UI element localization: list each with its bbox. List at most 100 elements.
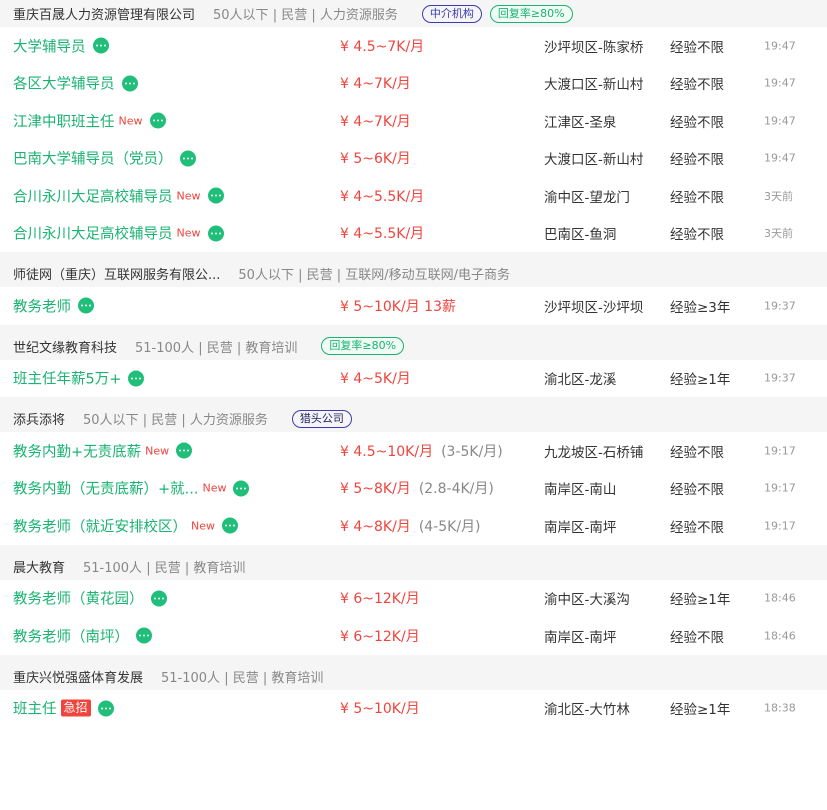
job-title-cell[interactable]: 教务内勤（无责底薪）+就... New	[13, 478, 250, 499]
job-row[interactable]: 巴南大学辅导员（党员） ¥ 5~6K/月 大渡口区-新山村 经验不限 19:47	[0, 139, 827, 177]
chat-icon[interactable]	[150, 590, 167, 607]
job-location: 九龙坡区-石桥铺	[544, 444, 644, 461]
job-title[interactable]: 班主任年薪5万+	[13, 368, 121, 389]
job-title[interactable]: 教务老师（黄花园）	[13, 588, 144, 609]
chat-icon[interactable]	[121, 75, 138, 92]
job-title[interactable]: 江津中职班主任	[13, 110, 115, 131]
chat-icon[interactable]	[92, 37, 109, 54]
job-row[interactable]: 教务内勤+无责底薪 New ¥ 4.5~10K/月 (3-5K/月) 九龙坡区-石桥铺 经…	[0, 432, 827, 470]
job-title-cell[interactable]: 教务老师（黄花园）	[13, 588, 167, 609]
job-title[interactable]: 巴南大学辅导员（党员）	[13, 148, 173, 169]
job-row[interactable]: 合川永川大足高校辅导员 New ¥ 4~5.5K/月 渝中区-望龙门 经验不限 3天前	[0, 177, 827, 215]
company-name[interactable]: 晨大教育	[13, 557, 65, 576]
job-row[interactable]: 班主任 急招 ¥ 5~10K/月 渝北区-大竹林 经验≥1年 18:38	[0, 689, 827, 727]
company-name[interactable]: 世纪文缘教育科技	[13, 337, 117, 356]
job-row[interactable]: 各区大学辅导员 ¥ 4~7K/月 大渡口区-新山村 经验不限 19:47	[0, 64, 827, 102]
chat-icon[interactable]	[176, 442, 193, 459]
post-time: 19:47	[764, 39, 796, 53]
job-title-cell[interactable]: 江津中职班主任 New	[13, 110, 166, 131]
experience-requirement: 经验不限	[670, 77, 724, 94]
job-row[interactable]: 教务老师（就近安排校区） New ¥ 4~8K/月 (4-5K/月) 南岸区-南坪 经验不…	[0, 507, 827, 545]
job-title-cell[interactable]: 大学辅导员	[13, 35, 109, 56]
job-title[interactable]: 教务老师	[13, 295, 71, 316]
job-row[interactable]: 教务内勤（无责底薪）+就... New ¥ 5~8K/月 (2.8-4K/月) 南岸区-…	[0, 469, 827, 507]
job-title-cell[interactable]: 班主任年薪5万+	[13, 368, 145, 389]
job-title[interactable]: 各区大学辅导员	[13, 73, 115, 94]
experience-requirement: 经验不限	[670, 189, 724, 206]
post-time: 19:37	[764, 299, 796, 313]
company-header[interactable]: 晨大教育 51-100人 | 民营 | 教育培训	[0, 552, 827, 580]
post-time: 19:17	[764, 481, 796, 495]
salary: ¥ 4.5~7K/月	[340, 36, 424, 56]
salary-range: ¥ 4~7K/月	[340, 76, 411, 93]
job-row[interactable]: 江津中职班主任 New ¥ 4~7K/月 江津区-圣泉 经验不限 19:47	[0, 102, 827, 140]
experience-requirement: 经验不限	[670, 39, 724, 56]
company-group: 晨大教育 51-100人 | 民营 | 教育培训教务老师（黄花园） ¥ 6~12K/…	[0, 552, 827, 655]
post-time: 19:47	[764, 76, 796, 90]
experience-requirement: 经验不限	[670, 114, 724, 131]
post-time: 3天前	[764, 189, 793, 203]
job-title[interactable]: 班主任	[13, 698, 57, 719]
chat-icon[interactable]	[149, 112, 166, 129]
job-title[interactable]: 合川永川大足高校辅导员	[13, 185, 173, 206]
job-row[interactable]: 大学辅导员 ¥ 4.5~7K/月 沙坪坝区-陈家桥 经验不限 19:47	[0, 27, 827, 65]
company-name[interactable]: 重庆百晟人力资源管理有限公司	[13, 4, 195, 23]
chat-icon[interactable]	[78, 297, 94, 314]
company-header[interactable]: 添兵添将 50人以下 | 民营 | 人力资源服务 猎头公司	[0, 405, 827, 432]
salary: ¥ 5~6K/月	[340, 148, 411, 168]
job-title[interactable]: 大学辅导员	[13, 35, 86, 56]
job-title[interactable]: 教务内勤（无责底薪）+就...	[13, 478, 198, 499]
job-row[interactable]: 班主任年薪5万+ ¥ 4~5K/月 渝北区-龙溪 经验≥1年 19:37	[0, 359, 827, 397]
new-badge: New	[202, 481, 227, 495]
company-header[interactable]: 重庆百晟人力资源管理有限公司 50人以下 | 民营 | 人力资源服务 中介机构 回复率…	[0, 0, 827, 27]
job-title-cell[interactable]: 各区大学辅导员	[13, 73, 138, 94]
job-location: 渝中区-望龙门	[544, 189, 630, 206]
company-header[interactable]: 师徒网（重庆）互联网服务有限公... 50人以下 | 民营 | 互联网/移动互联网…	[0, 260, 827, 287]
job-title-cell[interactable]: 合川永川大足高校辅导员 New	[13, 223, 224, 244]
company-header[interactable]: 重庆兴悦强盛体育发展 51-100人 | 民营 | 教育培训	[0, 662, 827, 690]
job-row[interactable]: 教务老师（黄花园） ¥ 6~12K/月 渝中区-大溪沟 经验≥1年 18:46	[0, 579, 827, 617]
salary-base: (3-5K/月)	[441, 443, 503, 460]
job-title-cell[interactable]: 教务老师	[13, 295, 94, 316]
job-title-cell[interactable]: 教务内勤+无责底薪 New	[13, 440, 193, 461]
job-location: 巴南区-鱼洞	[544, 227, 617, 244]
company-group: 重庆兴悦强盛体育发展 51-100人 | 民营 | 教育培训 班主任 急招 ¥ 5~10…	[0, 662, 827, 727]
job-title[interactable]: 教务老师（就近安排校区）	[13, 515, 187, 536]
job-title-cell[interactable]: 班主任 急招	[13, 698, 114, 719]
post-time: 19:47	[764, 114, 796, 128]
company-tag-reply: 回复率≥80%	[321, 337, 405, 355]
chat-icon[interactable]	[128, 370, 145, 387]
job-title-cell[interactable]: 教务老师（就近安排校区） New	[13, 515, 238, 536]
chat-icon[interactable]	[207, 187, 224, 204]
chat-icon[interactable]	[97, 700, 114, 717]
job-title[interactable]: 教务老师（南坪）	[13, 625, 129, 646]
chat-icon[interactable]	[222, 517, 238, 534]
company-name[interactable]: 添兵添将	[13, 409, 65, 428]
chat-icon[interactable]	[233, 480, 250, 497]
salary-range: ¥ 4~5.5K/月	[340, 226, 425, 243]
job-title[interactable]: 合川永川大足高校辅导员	[13, 223, 173, 244]
job-title-cell[interactable]: 教务老师（南坪）	[13, 625, 152, 646]
company-meta: 51-100人 | 民营 | 教育培训	[135, 340, 298, 356]
company-header[interactable]: 世纪文缘教育科技 51-100人 | 民营 | 教育培训 回复率≥80%	[0, 332, 827, 360]
salary-range: ¥ 4.5~7K/月	[340, 38, 425, 55]
salary-range: ¥ 5~8K/月	[340, 481, 411, 498]
chat-icon[interactable]	[179, 150, 196, 167]
group-divider	[0, 654, 827, 663]
salary-base: (4-5K/月)	[418, 518, 481, 535]
experience-requirement: 经验不限	[670, 444, 724, 461]
company-name[interactable]: 重庆兴悦强盛体育发展	[13, 667, 143, 686]
job-title-cell[interactable]: 合川永川大足高校辅导员 New	[13, 185, 224, 206]
salary-range: ¥ 6~12K/月	[340, 591, 420, 608]
company-name[interactable]: 师徒网（重庆）互联网服务有限公...	[13, 264, 220, 283]
job-row[interactable]: 教务老师 ¥ 5~10K/月 13薪 沙坪坝区-沙坪坝 经验≥3年 19:37	[0, 287, 827, 325]
job-row[interactable]: 合川永川大足高校辅导员 New ¥ 4~5.5K/月 巴南区-鱼洞 经验不限 3天前	[0, 214, 827, 252]
chat-icon[interactable]	[136, 627, 152, 644]
chat-icon[interactable]	[207, 225, 224, 242]
salary: ¥ 5~10K/月 13薪	[340, 296, 456, 316]
experience-requirement: 经验≥1年	[670, 702, 731, 719]
job-row[interactable]: 教务老师（南坪） ¥ 6~12K/月 南岸区-南坪 经验不限 18:46	[0, 617, 827, 655]
job-title[interactable]: 教务内勤+无责底薪	[13, 440, 141, 461]
salary: ¥ 6~12K/月	[340, 626, 420, 646]
job-title-cell[interactable]: 巴南大学辅导员（党员）	[13, 148, 196, 169]
